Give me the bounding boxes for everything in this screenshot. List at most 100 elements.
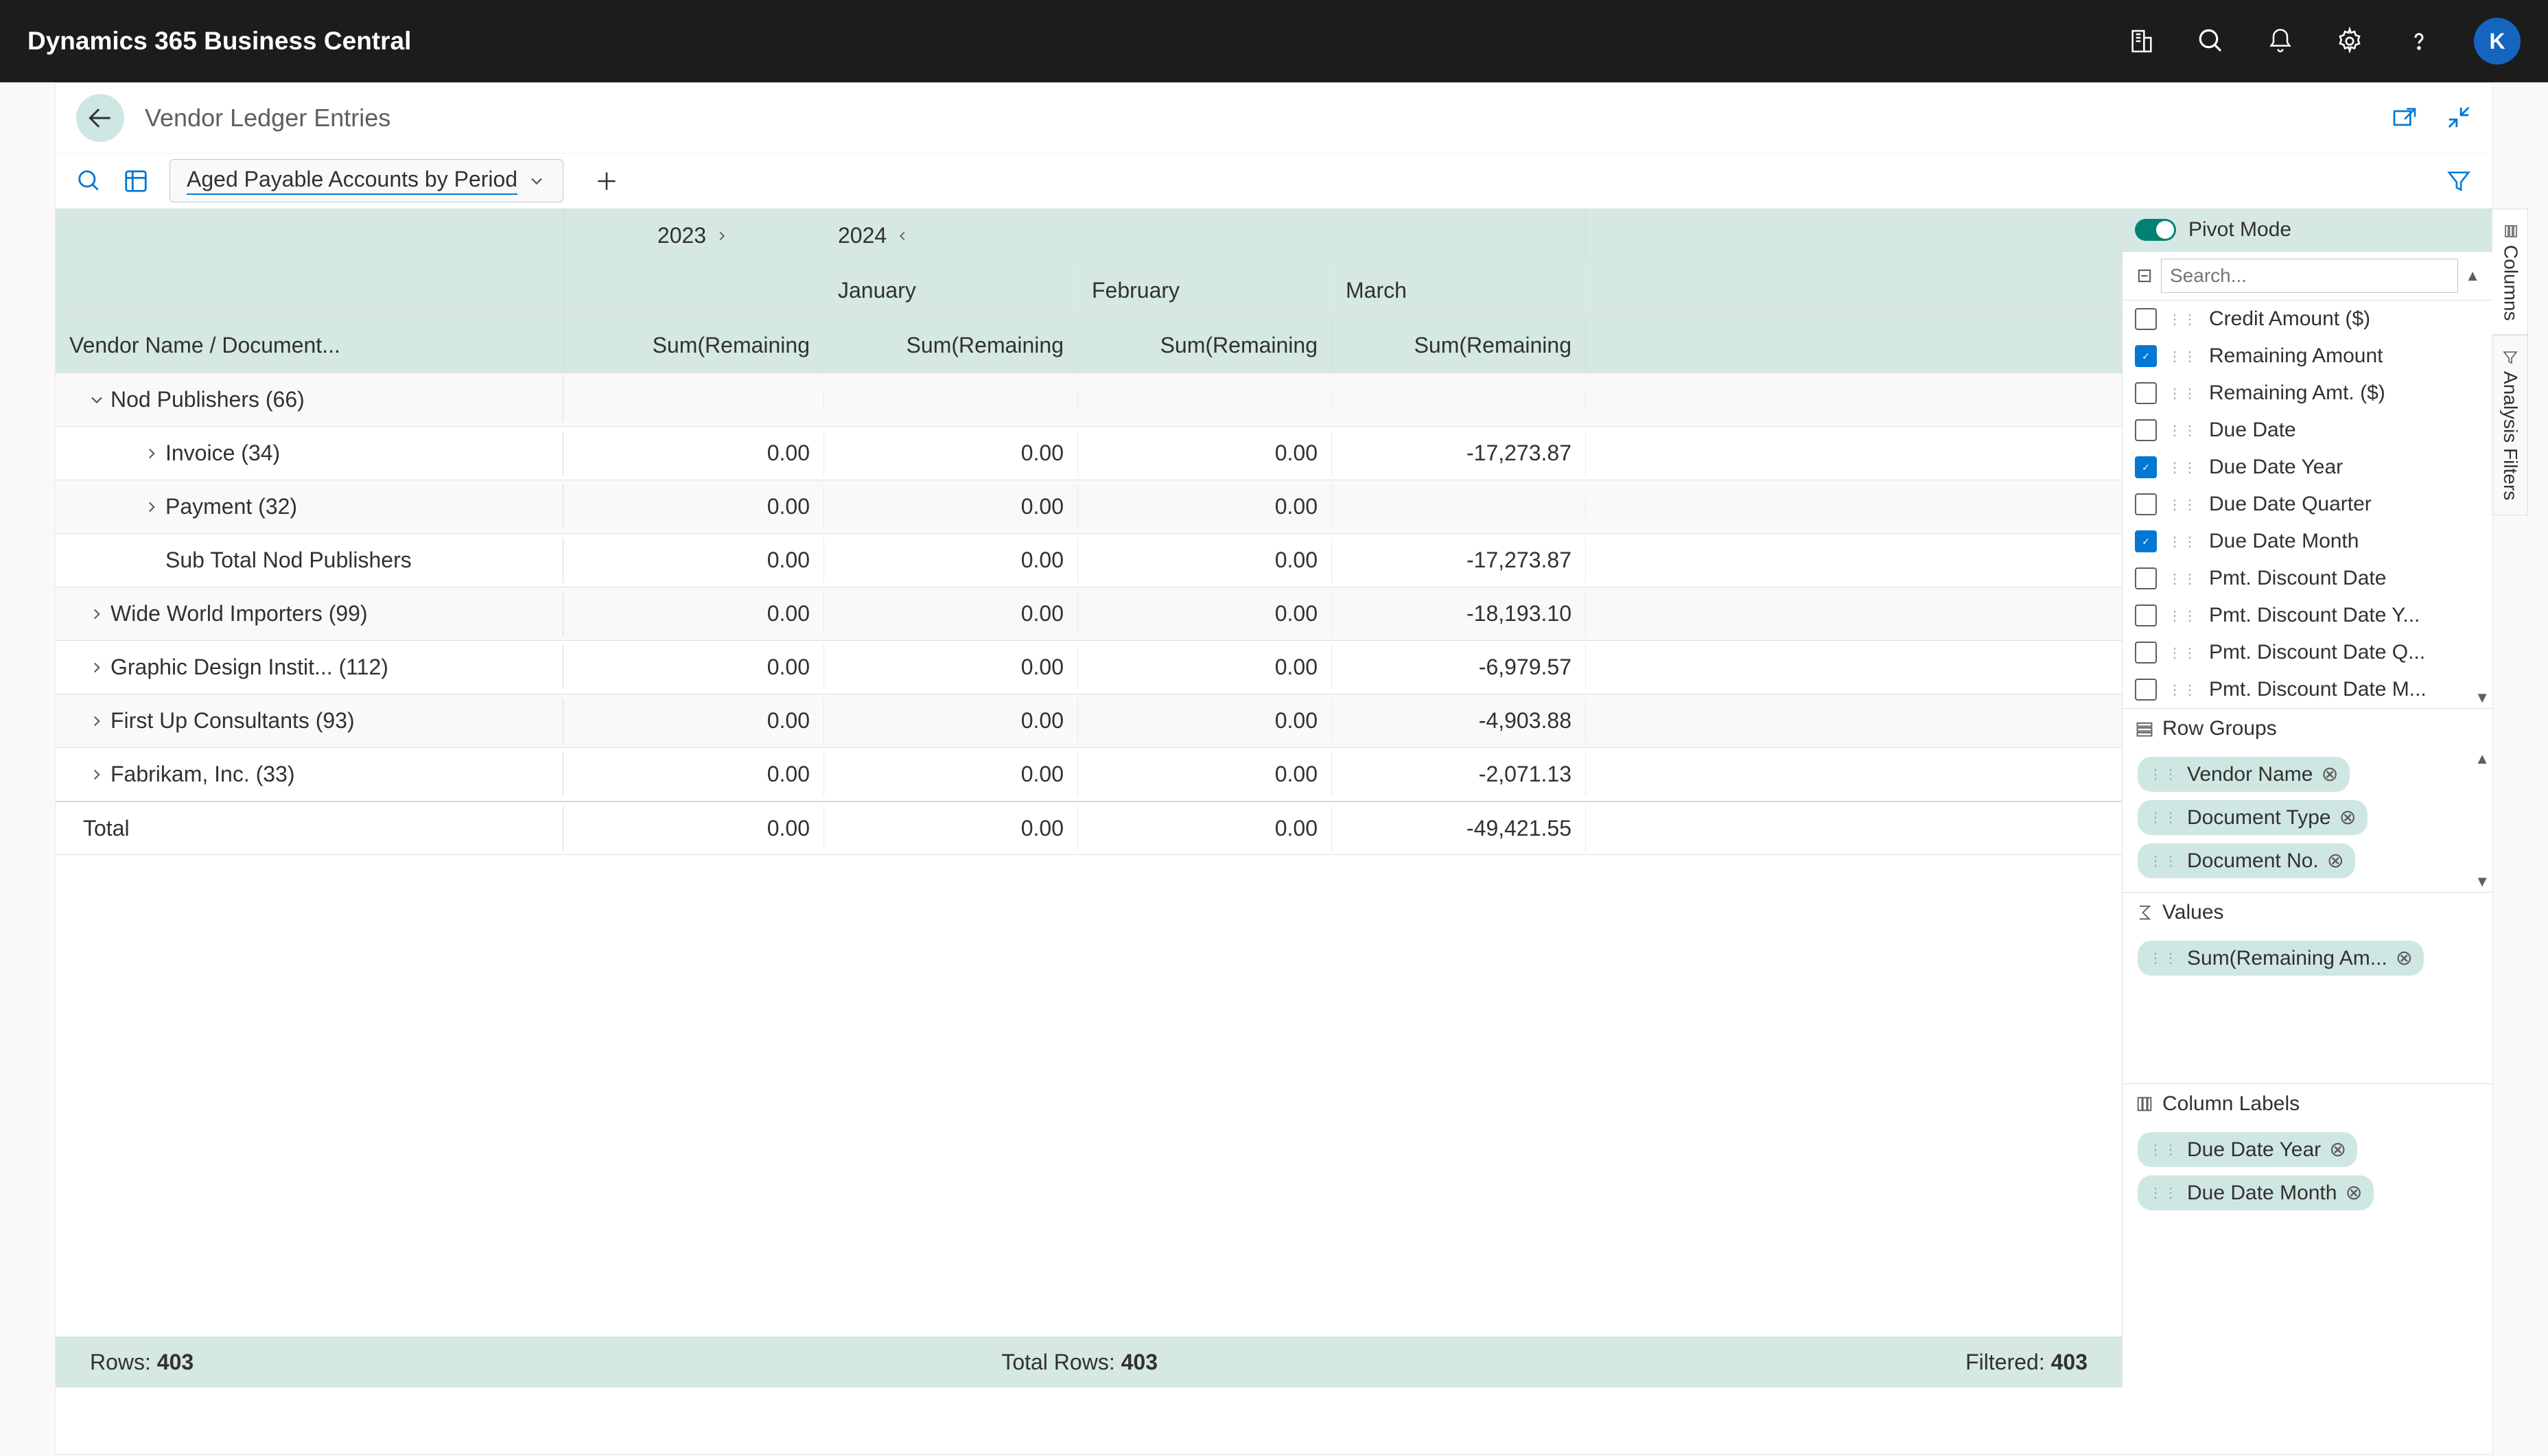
remove-icon[interactable]: ⊗	[2327, 849, 2344, 873]
drag-handle-icon[interactable]: ⋮⋮	[2149, 766, 2179, 783]
status-total-rows-value: 403	[1121, 1350, 1158, 1374]
search-list-icon[interactable]	[76, 168, 102, 194]
drag-handle-icon[interactable]: ⋮⋮	[2168, 459, 2198, 476]
collapse-all-icon[interactable]	[2135, 266, 2154, 285]
gear-icon[interactable]	[2335, 27, 2364, 56]
column-label-pill[interactable]: ⋮⋮Due Date Month⊗	[2138, 1175, 2374, 1210]
remove-icon[interactable]: ⊗	[2329, 1138, 2346, 1162]
analysis-tab[interactable]: Aged Payable Accounts by Period	[170, 159, 563, 202]
expand-row-icon[interactable]	[83, 712, 110, 730]
drag-handle-icon[interactable]: ⋮⋮	[2168, 385, 2198, 402]
drag-handle-icon[interactable]: ⋮⋮	[2149, 950, 2179, 967]
grid-row[interactable]: Payment (32) 0.00 0.00 0.00	[56, 480, 2122, 534]
first-col-header[interactable]: Vendor Name / Document...	[56, 318, 563, 373]
column-label-pill[interactable]: ⋮⋮Due Date Year⊗	[2138, 1132, 2357, 1167]
year-2024-header[interactable]: 2024	[824, 209, 1586, 263]
field-item[interactable]: ⋮⋮Pmt. Discount Date M...	[2123, 671, 2492, 708]
search-icon[interactable]	[2197, 27, 2225, 56]
values-label: Values	[2162, 901, 2224, 924]
field-item[interactable]: ⋮⋮Credit Amount ($)	[2123, 301, 2492, 338]
field-checkbox[interactable]	[2135, 604, 2157, 626]
collapse-row-icon[interactable]	[83, 390, 110, 410]
collapse-icon[interactable]	[2446, 104, 2472, 132]
grid-subtotal-row: Sub Total Nod Publishers 0.00 0.00 0.00 …	[56, 534, 2122, 587]
field-checkbox[interactable]	[2135, 382, 2157, 404]
remove-icon[interactable]: ⊗	[2321, 762, 2338, 786]
field-item[interactable]: ⋮⋮Pmt. Discount Date	[2123, 560, 2492, 597]
field-checkbox[interactable]: ✓	[2135, 345, 2157, 367]
drag-handle-icon[interactable]: ⋮⋮	[2168, 607, 2198, 624]
row-group-pill[interactable]: ⋮⋮Vendor Name⊗	[2138, 757, 2350, 792]
expand-row-icon[interactable]	[138, 445, 165, 462]
drag-handle-icon[interactable]: ⋮⋮	[2168, 311, 2198, 328]
scroll-up-icon[interactable]: ▲	[2465, 267, 2480, 285]
analysis-mode-icon[interactable]	[123, 168, 149, 194]
remove-icon[interactable]: ⊗	[2339, 806, 2357, 830]
share-icon[interactable]	[2391, 104, 2418, 132]
field-item[interactable]: ✓⋮⋮Due Date Month	[2123, 523, 2492, 560]
pivot-mode-toggle[interactable]	[2135, 219, 2176, 241]
expand-row-icon[interactable]	[83, 659, 110, 677]
grid-row[interactable]: Fabrikam, Inc. (33) 0.00 0.00 0.00 -2,07…	[56, 748, 2122, 801]
panel-tab-filters[interactable]: Analysis Filters	[2492, 335, 2528, 515]
field-checkbox[interactable]	[2135, 642, 2157, 664]
field-checkbox[interactable]	[2135, 679, 2157, 701]
expand-row-icon[interactable]	[138, 498, 165, 516]
page-header: Vendor Ledger Entries	[56, 83, 2492, 154]
drag-handle-icon[interactable]: ⋮⋮	[2168, 644, 2198, 661]
remove-icon[interactable]: ⊗	[2396, 946, 2413, 970]
drag-handle-icon[interactable]: ⋮⋮	[2149, 1184, 2179, 1201]
field-item[interactable]: ⋮⋮Pmt. Discount Date Y...	[2123, 597, 2492, 634]
drag-handle-icon[interactable]: ⋮⋮	[2149, 852, 2179, 869]
drag-handle-icon[interactable]: ⋮⋮	[2168, 570, 2198, 587]
field-checkbox[interactable]: ✓	[2135, 456, 2157, 478]
back-button[interactable]	[76, 94, 124, 142]
row-label: Wide World Importers (99)	[110, 601, 368, 626]
scroll-up-icon[interactable]: ▲	[2475, 750, 2490, 768]
drag-handle-icon[interactable]: ⋮⋮	[2168, 348, 2198, 365]
field-checkbox[interactable]	[2135, 493, 2157, 515]
panel-tab-columns[interactable]: Columns	[2492, 209, 2528, 335]
drag-handle-icon[interactable]: ⋮⋮	[2168, 496, 2198, 513]
field-item[interactable]: ⋮⋮Due Date Quarter	[2123, 486, 2492, 523]
add-tab-button[interactable]	[584, 168, 629, 194]
avatar[interactable]: K	[2474, 18, 2521, 64]
expand-row-icon[interactable]	[83, 766, 110, 784]
field-checkbox[interactable]: ✓	[2135, 530, 2157, 552]
help-icon[interactable]	[2405, 27, 2433, 55]
drag-handle-icon[interactable]: ⋮⋮	[2149, 809, 2179, 826]
scroll-down-icon[interactable]: ▼	[2475, 689, 2490, 707]
drag-handle-icon[interactable]: ⋮⋮	[2168, 681, 2198, 698]
value-pill[interactable]: ⋮⋮Sum(Remaining Am...⊗	[2138, 941, 2424, 976]
field-search-input[interactable]	[2161, 259, 2458, 293]
drag-handle-icon[interactable]: ⋮⋮	[2168, 533, 2198, 550]
field-item[interactable]: ✓⋮⋮Remaining Amount	[2123, 338, 2492, 375]
field-item[interactable]: ✓⋮⋮Due Date Year	[2123, 449, 2492, 486]
scroll-down-icon[interactable]: ▼	[2475, 873, 2490, 891]
row-group-pill[interactable]: ⋮⋮Document Type⊗	[2138, 800, 2368, 835]
field-item[interactable]: ⋮⋮Due Date	[2123, 412, 2492, 449]
field-checkbox[interactable]	[2135, 419, 2157, 441]
drag-handle-icon[interactable]: ⋮⋮	[2168, 422, 2198, 439]
drag-handle-icon[interactable]: ⋮⋮	[2149, 1141, 2179, 1158]
row-label: Payment (32)	[165, 494, 297, 519]
row-label: Total	[83, 816, 130, 841]
expand-row-icon[interactable]	[83, 605, 110, 623]
grid-row[interactable]: Wide World Importers (99) 0.00 0.00 0.00…	[56, 587, 2122, 641]
field-checkbox[interactable]	[2135, 567, 2157, 589]
bell-icon[interactable]	[2267, 27, 2294, 55]
field-checkbox[interactable]	[2135, 308, 2157, 330]
org-icon[interactable]	[2128, 27, 2155, 55]
row-group-pill[interactable]: ⋮⋮Document No.⊗	[2138, 843, 2355, 878]
field-item[interactable]: ⋮⋮Remaining Amt. ($)	[2123, 375, 2492, 412]
grid-row[interactable]: First Up Consultants (93) 0.00 0.00 0.00…	[56, 694, 2122, 748]
filter-icon[interactable]	[2446, 168, 2472, 194]
sum-header-mar: Sum(Remaining	[1332, 318, 1586, 373]
row-groups-label: Row Groups	[2162, 717, 2277, 740]
grid-row[interactable]: Nod Publishers (66)	[56, 373, 2122, 427]
field-item[interactable]: ⋮⋮Pmt. Discount Date Q...	[2123, 634, 2492, 671]
grid-row[interactable]: Graphic Design Instit... (112) 0.00 0.00…	[56, 641, 2122, 694]
grid-row[interactable]: Invoice (34) 0.00 0.00 0.00 -17,273.87	[56, 427, 2122, 480]
remove-icon[interactable]: ⊗	[2345, 1181, 2362, 1205]
year-2023-header[interactable]: 2023	[563, 209, 824, 263]
